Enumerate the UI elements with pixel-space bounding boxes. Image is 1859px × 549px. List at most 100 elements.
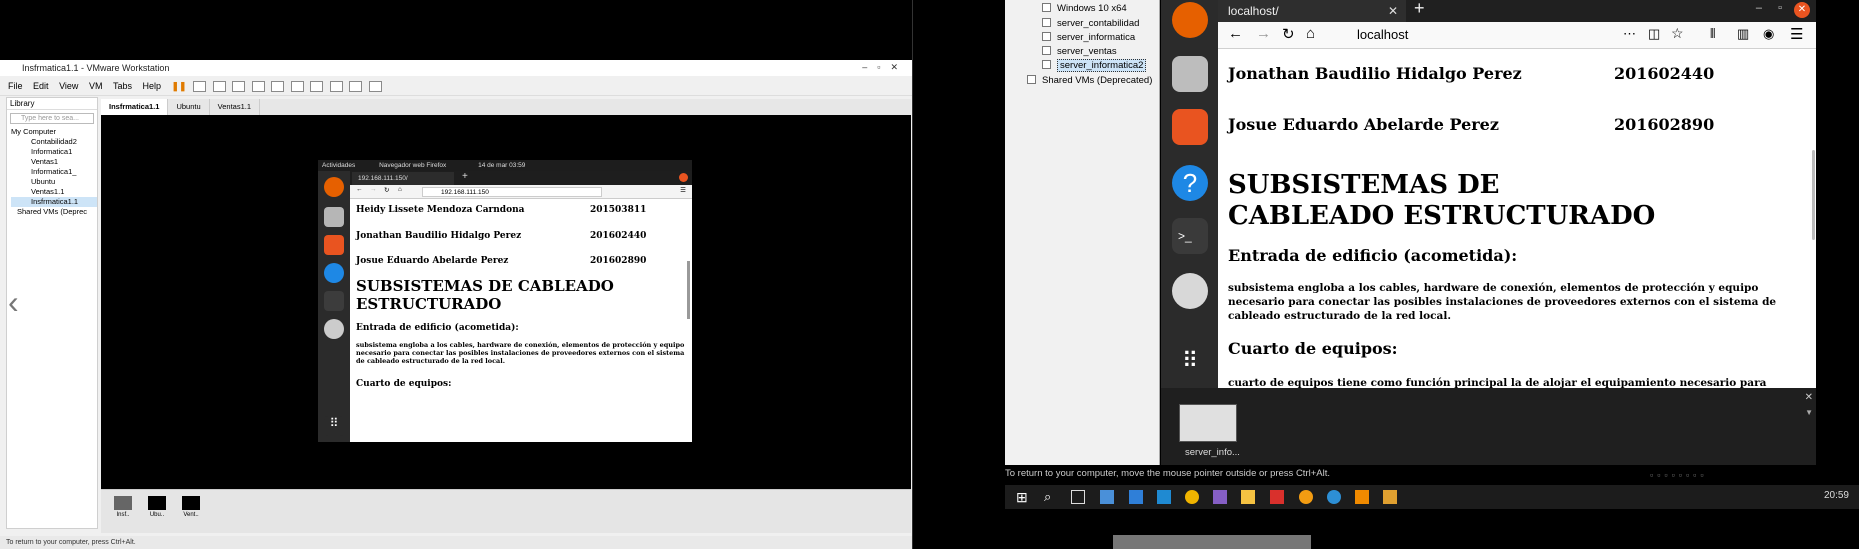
view-library-icon[interactable]: [271, 81, 285, 93]
library-search-input[interactable]: Type here to sea...: [10, 113, 94, 124]
tree-vm[interactable]: Contabilidad2: [11, 137, 97, 147]
back-arrow-icon[interactable]: ‹: [8, 284, 19, 321]
new-tab-icon[interactable]: +: [1414, 0, 1425, 19]
windows-start-icon[interactable]: ⊞: [1016, 490, 1030, 504]
tree-vm[interactable]: Insfrmatica1.1: [11, 197, 97, 207]
dvd-icon[interactable]: [1172, 273, 1208, 309]
tree-vm[interactable]: Ubuntu: [11, 177, 97, 187]
revert-icon[interactable]: [232, 81, 246, 93]
page-scrollbar[interactable]: [1812, 150, 1815, 240]
files-icon[interactable]: [1172, 56, 1208, 92]
software-icon[interactable]: [1172, 109, 1208, 145]
guest-tab[interactable]: 192.168.111.150/: [352, 172, 454, 185]
forward-icon[interactable]: →: [370, 186, 377, 193]
mail-icon[interactable]: [1129, 490, 1143, 504]
forward-icon[interactable]: →: [1256, 25, 1271, 42]
url-bar[interactable]: localhost: [1333, 25, 1633, 45]
vm-thumbnail[interactable]: Ubu..: [145, 494, 169, 520]
edge-icon[interactable]: [1327, 490, 1341, 504]
tree-vm[interactable]: Ventas1.1: [11, 187, 97, 197]
guest-url-bar[interactable]: 192.168.111.150: [422, 187, 602, 197]
minimize-icon[interactable]: –: [1756, 2, 1762, 14]
stretch-icon[interactable]: [368, 81, 382, 93]
maximize-icon[interactable]: ▫: [877, 62, 890, 72]
firefox-icon[interactable]: [324, 177, 344, 197]
menu-view[interactable]: View: [59, 76, 78, 96]
vm-thumbnail[interactable]: [1179, 404, 1237, 442]
tab-vm[interactable]: Ubuntu: [168, 99, 210, 115]
back-icon[interactable]: ←: [1228, 25, 1243, 42]
vm-list-item[interactable]: server_ventas: [1042, 45, 1117, 59]
vmware-icon[interactable]: [1355, 490, 1369, 504]
sidebar-icon[interactable]: ▥: [1737, 26, 1749, 42]
menu-icon[interactable]: ☰: [680, 186, 686, 194]
close-icon[interactable]: ✕: [890, 62, 908, 72]
acrobat-icon[interactable]: [1270, 490, 1284, 504]
vm-thumbnail[interactable]: Vent..: [179, 494, 203, 520]
apps-grid-icon[interactable]: ⠿: [1172, 343, 1208, 379]
terminal-icon[interactable]: [324, 291, 344, 311]
tree-vm[interactable]: Informatica1: [11, 147, 97, 157]
vm-list-item[interactable]: server_informatica: [1042, 31, 1135, 45]
terminal-icon[interactable]: >_: [1172, 218, 1208, 254]
help-icon[interactable]: [324, 263, 344, 283]
vm-list-item[interactable]: Windows 10 x64: [1042, 2, 1127, 16]
close-icon[interactable]: ✕: [1794, 2, 1810, 18]
back-icon[interactable]: ←: [356, 186, 363, 193]
tree-my-computer[interactable]: My Computer: [11, 127, 97, 137]
snapshot-icon[interactable]: [212, 81, 226, 93]
console-icon[interactable]: [349, 81, 363, 93]
tree-vm[interactable]: Informatica1_: [11, 167, 97, 177]
home-icon[interactable]: ⌂: [398, 186, 402, 193]
app-icon[interactable]: [1299, 490, 1313, 504]
menu-file[interactable]: File: [8, 76, 23, 96]
pocket-icon[interactable]: ◫: [1648, 26, 1660, 42]
firefox-tab[interactable]: localhost/ ✕: [1218, 0, 1406, 22]
tree-shared-vms[interactable]: Shared VMs (Deprec: [11, 207, 97, 217]
tab-vm[interactable]: Ventas1.1: [210, 99, 261, 115]
files-icon[interactable]: [324, 207, 344, 227]
apps-grid-icon[interactable]: ⠿: [324, 416, 344, 436]
panel-scroll-arrow-icon[interactable]: ▼: [1805, 408, 1813, 417]
app-menu[interactable]: Navegador web Firefox: [379, 162, 446, 169]
task-view-icon[interactable]: [1071, 490, 1085, 504]
menu-edit[interactable]: Edit: [33, 76, 49, 96]
scrollbar[interactable]: [687, 261, 690, 319]
vscode-icon[interactable]: [1157, 490, 1171, 504]
account-icon[interactable]: ◉: [1763, 26, 1774, 42]
minimize-icon[interactable]: ‒: [862, 62, 877, 72]
fullscreen-icon[interactable]: [310, 81, 324, 93]
menu-help[interactable]: Help: [142, 76, 161, 96]
tab-close-icon[interactable]: ✕: [1388, 0, 1398, 22]
software-icon[interactable]: [324, 235, 344, 255]
dvd-icon[interactable]: [324, 319, 344, 339]
maximize-icon[interactable]: ▫: [1778, 2, 1782, 14]
clock[interactable]: 14 de mar 03:59: [478, 162, 525, 169]
library-icon[interactable]: ⫴: [1710, 26, 1715, 42]
home-icon[interactable]: ⌂: [1306, 25, 1315, 42]
vm-list-item-selected[interactable]: server_informatica2: [1042, 59, 1147, 73]
visual-studio-icon[interactable]: [1213, 490, 1227, 504]
help-icon[interactable]: ?: [1172, 165, 1208, 201]
view-thumbnails-icon[interactable]: [290, 81, 304, 93]
menu-vm[interactable]: VM: [89, 76, 103, 96]
reload-icon[interactable]: ↻: [384, 186, 389, 194]
new-tab-icon[interactable]: +: [462, 171, 468, 182]
tree-vm[interactable]: Ventas1: [11, 157, 97, 167]
vm-thumbnail[interactable]: Insf..: [111, 494, 135, 520]
activities-button[interactable]: Actividades: [322, 162, 355, 169]
guest-close-icon[interactable]: [679, 173, 688, 182]
vm-list-item[interactable]: server_contabilidad: [1042, 17, 1139, 31]
shared-vms-item[interactable]: Shared VMs (Deprecated): [1027, 74, 1152, 88]
manage-snapshots-icon[interactable]: [251, 81, 265, 93]
pause-icon[interactable]: ❚❚: [172, 76, 187, 96]
send-keys-icon[interactable]: [193, 81, 207, 93]
tab-vm[interactable]: Insfrmatica1.1: [101, 99, 169, 115]
app-icon[interactable]: [1100, 490, 1114, 504]
virtualbox-icon[interactable]: [1383, 490, 1397, 504]
file-explorer-icon[interactable]: [1241, 490, 1255, 504]
menu-tabs[interactable]: Tabs: [113, 76, 132, 96]
page-actions-icon[interactable]: ⋯: [1623, 26, 1636, 42]
menu-icon[interactable]: ☰: [1790, 25, 1803, 43]
firefox-icon[interactable]: [1172, 2, 1208, 38]
